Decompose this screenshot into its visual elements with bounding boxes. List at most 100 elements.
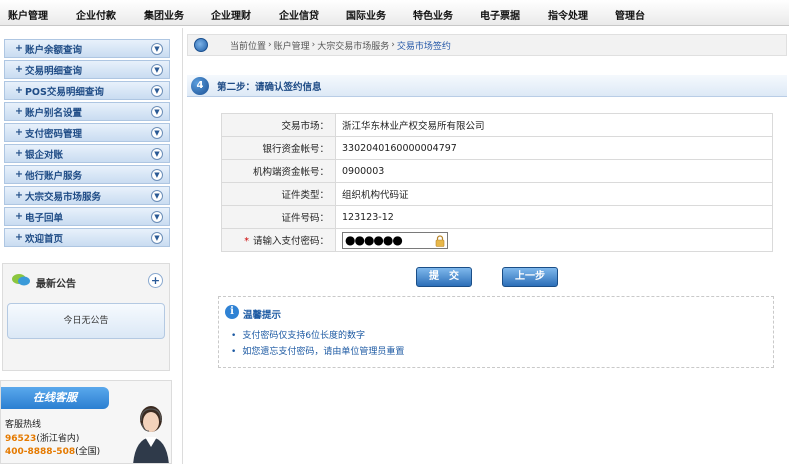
chevron-down-icon[interactable]: ▼ [151, 148, 163, 160]
hotline-label: 客服热线 [5, 420, 42, 430]
submit-button[interactable]: 提 交 [416, 267, 472, 287]
breadcrumb: 当前位置 › 账户管理 › 大宗交易市场服务 › 交易市场签约 [187, 34, 787, 56]
tip-text: 支付密码仅支持6位长度的数字 [242, 331, 366, 341]
breadcrumb-separator: › [311, 40, 316, 50]
breadcrumb-separator: › [391, 40, 395, 50]
plus-icon: + [15, 211, 23, 222]
sidebar-item-account-alias[interactable]: + 账户别名设置 ▼ [4, 102, 170, 121]
password-mask: ●●●●●● [345, 232, 403, 247]
sidebar-item-other-bank[interactable]: + 他行账户服务 ▼ [4, 165, 170, 184]
breadcrumb-item[interactable]: 大宗交易市场服务 [317, 39, 389, 52]
service-agent-image [133, 406, 169, 463]
sidebar-item-label: 欢迎首页 [24, 233, 63, 245]
chevron-down-icon[interactable]: ▼ [151, 169, 163, 181]
chevron-down-icon[interactable]: ▼ [151, 232, 163, 244]
step-title: 第二步：请确认签约信息 [217, 81, 322, 93]
breadcrumb-item[interactable]: 账户管理 [274, 39, 310, 52]
breadcrumb-prefix: 当前位置 [230, 41, 267, 52]
top-nav: 账户管理 企业付款 集团业务 企业理财 企业信贷 国际业务 特色业务 电子票据 … [0, 0, 789, 26]
sidebar-item-label: 银企对账 [24, 149, 63, 161]
nav-item-account-management[interactable]: 账户管理 [8, 7, 48, 22]
required-mark: * [244, 236, 249, 247]
plus-icon: + [15, 148, 23, 159]
sidebar-divider [182, 28, 183, 464]
password-label: 请输入支付密码： [252, 236, 329, 247]
nav-item-enterprise-payment[interactable]: 企业付款 [76, 7, 116, 22]
bullet-icon: • [231, 347, 237, 357]
notice-expand-button[interactable]: + [148, 273, 163, 288]
breadcrumb-current[interactable]: 交易市场签约 [397, 39, 451, 52]
tip-item: • 支付密码仅支持6位长度的数字 [231, 328, 365, 341]
chevron-down-icon[interactable]: ▼ [151, 106, 163, 118]
hotline-national: 400-8888-508(全国) [5, 444, 100, 457]
customer-service-panel: 在线客服 客服热线 96523(浙江省内) 400-8888-508(全国) [0, 380, 172, 464]
online-service-button[interactable]: 在线客服 [1, 387, 109, 409]
sidebar-item-home[interactable]: + 欢迎首页 ▼ [4, 228, 170, 247]
sidebar-item-e-receipt[interactable]: + 电子回单 ▼ [4, 207, 170, 226]
breadcrumb-separator: › [268, 40, 272, 50]
tips-title: 温馨提示 [243, 310, 282, 321]
plus-icon: + [15, 127, 23, 138]
plus-icon: + [15, 43, 23, 54]
plus-icon: + [15, 169, 23, 180]
info-icon: i [225, 305, 239, 319]
nav-item-enterprise-credit[interactable]: 企业信贷 [279, 7, 319, 22]
tip-text: 如您遗忘支付密码，请由单位管理员重置 [242, 347, 405, 357]
chevron-down-icon[interactable]: ▼ [151, 85, 163, 97]
hotline-note: (全国) [75, 447, 101, 457]
sidebar-item-label: 账户别名设置 [24, 107, 82, 119]
plus-icon: + [15, 232, 23, 243]
nav-item-wealth-management[interactable]: 企业理财 [211, 7, 251, 22]
nav-item-group-business[interactable]: 集团业务 [144, 7, 184, 22]
sidebar-item-label: POS交易明细查询 [24, 86, 104, 98]
sidebar-item-pos-query[interactable]: + POS交易明细查询 ▼ [4, 81, 170, 100]
payment-password-input[interactable]: ●●●●●● [342, 231, 448, 249]
field-label: 证件类型： [221, 182, 336, 206]
form-row: 交易市场： 浙江华东林业产权交易所有限公司 [221, 113, 773, 137]
bullet-icon: • [231, 331, 237, 341]
field-label: 证件号码： [221, 205, 336, 229]
hotline-note: (浙江省内) [36, 434, 80, 444]
nav-item-featured[interactable]: 特色业务 [413, 7, 453, 22]
tip-item: • 如您遗忘支付密码，请由单位管理员重置 [231, 344, 404, 357]
confirmation-form: 交易市场： 浙江华东林业产权交易所有限公司 银行资金帐号： 3302040160… [221, 113, 773, 252]
field-value: 123123-12 [335, 205, 773, 229]
sidebar-item-payment-password[interactable]: + 支付密码管理 ▼ [4, 123, 170, 142]
lock-icon [435, 234, 445, 247]
sidebar-item-label: 支付密码管理 [24, 128, 82, 140]
chevron-down-icon[interactable]: ▼ [151, 127, 163, 139]
sidebar-item-label: 电子回单 [24, 212, 63, 224]
nav-item-international[interactable]: 国际业务 [346, 7, 386, 22]
plus-icon: + [15, 85, 23, 96]
form-row: 证件类型： 组织机构代码证 [221, 182, 773, 206]
plus-icon: + [15, 106, 23, 117]
chevron-down-icon[interactable]: ▼ [151, 190, 163, 202]
tips-panel: i 温馨提示 • 支付密码仅支持6位长度的数字 • 如您遗忘支付密码，请由单位管理员… [218, 296, 774, 368]
field-value: 0900003 [335, 159, 773, 183]
chevron-down-icon[interactable]: ▼ [151, 43, 163, 55]
field-label: 银行资金帐号： [221, 136, 336, 160]
field-label: 机构端资金帐号： [221, 159, 336, 183]
field-label: * 请输入支付密码： [221, 228, 336, 252]
sidebar-item-bulk-trading[interactable]: + 大宗交易市场服务 ▼ [4, 186, 170, 205]
plus-icon: + [15, 190, 23, 201]
notice-title: 最新公告 [36, 279, 76, 290]
form-row-password: * 请输入支付密码： ●●●●●● [221, 228, 773, 252]
field-value: ●●●●●● [335, 228, 773, 252]
sidebar-item-label: 交易明细查询 [24, 65, 82, 77]
field-value: 组织机构代码证 [335, 182, 773, 206]
field-label: 交易市场： [221, 113, 336, 137]
nav-item-instructions[interactable]: 指令处理 [548, 7, 588, 22]
back-button[interactable]: 上一步 [502, 267, 558, 287]
chevron-down-icon[interactable]: ▼ [151, 64, 163, 76]
nav-item-admin[interactable]: 管理台 [615, 7, 645, 22]
sidebar-item-transaction-query[interactable]: + 交易明细查询 ▼ [4, 60, 170, 79]
hotline-number: 96523 [5, 434, 37, 444]
sidebar-item-balance-query[interactable]: + 账户余额查询 ▼ [4, 39, 170, 58]
sidebar-item-reconciliation[interactable]: + 银企对账 ▼ [4, 144, 170, 163]
form-row: 机构端资金帐号： 0900003 [221, 159, 773, 183]
speech-bubble-icon [12, 274, 30, 286]
nav-item-e-bills[interactable]: 电子票据 [480, 7, 520, 22]
chevron-down-icon[interactable]: ▼ [151, 211, 163, 223]
plus-icon: + [15, 64, 23, 75]
